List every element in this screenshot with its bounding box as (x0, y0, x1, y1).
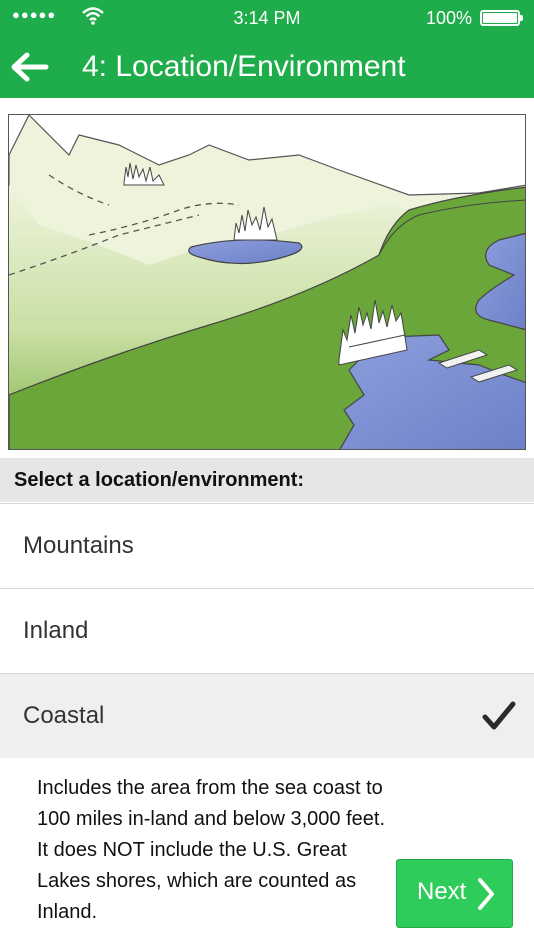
back-arrow-icon[interactable] (8, 48, 50, 86)
option-coastal[interactable]: Coastal (0, 673, 534, 758)
section-header: Select a location/environment: (0, 458, 534, 502)
status-bar: ●●●●● 3:14 PM 100% (0, 0, 534, 36)
option-label: Mountains (23, 532, 134, 559)
option-inland[interactable]: Inland (0, 588, 534, 673)
battery-percentage: 100% (425, 8, 472, 28)
location-illustration (8, 114, 526, 450)
chevron-right-icon (478, 878, 494, 910)
battery-icon (480, 10, 523, 26)
page-title: 4: Location/Environment (82, 50, 406, 83)
next-button[interactable]: Next (396, 859, 513, 928)
option-label: Coastal (23, 702, 105, 729)
next-button-label: Next (417, 878, 467, 905)
checkmark-icon (482, 701, 516, 730)
navigation-bar: 4: Location/Environment (0, 36, 534, 98)
option-mountains[interactable]: Mountains (0, 503, 534, 588)
landscape-image (9, 115, 525, 449)
option-label: Inland (23, 617, 89, 644)
option-description: Includes the area from the sea coast to … (37, 777, 386, 923)
